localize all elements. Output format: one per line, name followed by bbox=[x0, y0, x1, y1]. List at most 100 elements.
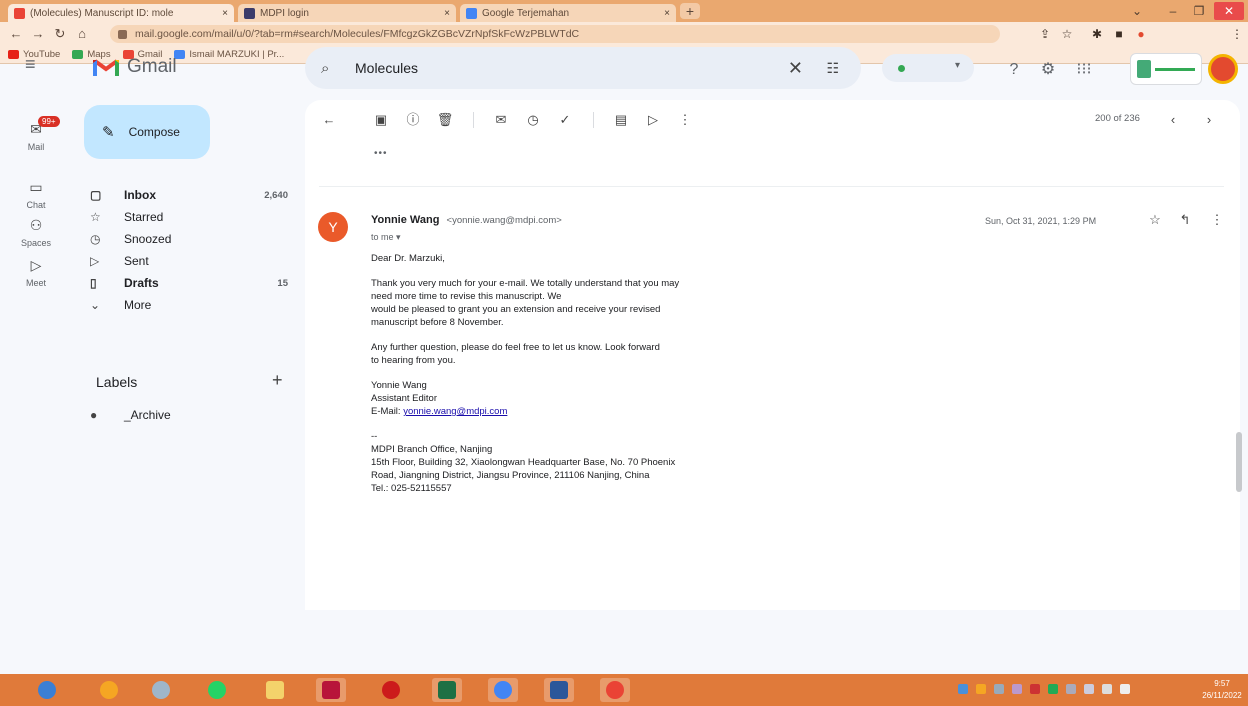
forward-icon[interactable]: → bbox=[28, 24, 48, 44]
tray-wifi-icon[interactable] bbox=[1012, 684, 1022, 694]
account-avatar[interactable] bbox=[1208, 54, 1238, 84]
more-actions-icon[interactable]: ⋮ bbox=[673, 108, 697, 132]
browser-tab-gmail[interactable]: (Molecules) Manuscript ID: mole × bbox=[8, 4, 234, 22]
toolbar-divider bbox=[593, 112, 594, 128]
youtube-icon bbox=[8, 50, 19, 59]
older-icon[interactable]: › bbox=[1197, 108, 1221, 132]
bookmark-scholar[interactable]: Ismail MARZUKI | Pr... bbox=[174, 49, 284, 60]
search-icon[interactable]: ⌕ bbox=[321, 60, 341, 77]
extensions-icon[interactable]: ✱ bbox=[1088, 25, 1106, 43]
clear-search-icon[interactable]: ✕ bbox=[788, 58, 803, 79]
scrollbar-thumb[interactable] bbox=[1236, 432, 1242, 492]
search-input[interactable] bbox=[355, 60, 755, 76]
share-icon[interactable]: ⇪ bbox=[1036, 25, 1054, 43]
tab-search-icon[interactable]: ⌄ bbox=[1124, 2, 1150, 20]
settings-gear-icon[interactable]: ⚙ bbox=[1036, 58, 1060, 82]
rail-chat[interactable]: ▭ Chat bbox=[0, 178, 72, 210]
reload-icon[interactable]: ↻ bbox=[50, 24, 70, 44]
mdpi-favicon-icon bbox=[244, 7, 255, 19]
show-trimmed-button[interactable]: ••• bbox=[374, 148, 388, 159]
tray-network-icon[interactable] bbox=[958, 684, 968, 694]
bookmark-star-icon[interactable]: ☆ bbox=[1058, 25, 1076, 43]
main-menu-icon[interactable]: ≡ bbox=[25, 54, 36, 75]
tray-app-icon[interactable] bbox=[976, 684, 986, 694]
tray-battery-icon[interactable] bbox=[1084, 684, 1094, 694]
nav-inbox[interactable]: ▢ Inbox 2,640 bbox=[84, 184, 294, 206]
message-body: Dear Dr. Marzuki, Thank you very much fo… bbox=[371, 252, 791, 495]
tray-volume-icon[interactable] bbox=[1066, 684, 1076, 694]
back-to-list-icon[interactable]: ← bbox=[317, 108, 341, 132]
taskbar-mendeley[interactable] bbox=[316, 678, 346, 702]
label-archive[interactable]: ● _Archive bbox=[84, 404, 294, 426]
archive-icon[interactable]: ▣ bbox=[369, 108, 393, 132]
taskbar-clock[interactable]: 9:57 26/11/2022 bbox=[1200, 678, 1244, 702]
nav-more[interactable]: ⌄ More bbox=[84, 294, 294, 316]
star-icon[interactable]: ☆ bbox=[1145, 212, 1165, 228]
nav-label: _Archive bbox=[124, 408, 171, 422]
nav-drafts[interactable]: ▯ Drafts 15 bbox=[84, 272, 294, 294]
recipient-toggle[interactable]: to me ▾ bbox=[371, 232, 401, 243]
body-line: Dear Dr. Marzuki, bbox=[371, 253, 445, 264]
tab-close-icon[interactable]: × bbox=[664, 8, 670, 19]
nav-sent[interactable]: ▷ Sent bbox=[84, 250, 294, 272]
nav-snoozed[interactable]: ◷ Snoozed bbox=[84, 228, 294, 250]
new-tab-button[interactable]: + bbox=[680, 3, 700, 19]
add-task-icon[interactable]: ✓ bbox=[553, 108, 577, 132]
nav-starred[interactable]: ☆ Starred bbox=[84, 206, 294, 228]
sender-name[interactable]: Yonnie Wang bbox=[371, 214, 439, 226]
back-icon[interactable]: ← bbox=[6, 24, 26, 44]
taskbar-firefox[interactable] bbox=[94, 678, 124, 702]
gmail-logo[interactable]: Gmail bbox=[93, 56, 177, 78]
address-bar[interactable]: mail.google.com/mail/u/0/?tab=rm#search/… bbox=[110, 25, 1000, 43]
taskbar-app[interactable] bbox=[146, 678, 176, 702]
signature-email-line: E-Mail: yonnie.wang@mdpi.com bbox=[371, 405, 791, 418]
taskbar-chrome-1[interactable] bbox=[488, 678, 518, 702]
apps-grid-icon[interactable]: ⁝⁝⁝ bbox=[1072, 58, 1096, 82]
tray-sync-icon[interactable] bbox=[1048, 684, 1058, 694]
browser-tab-translate[interactable]: Google Terjemahan × bbox=[460, 4, 676, 22]
rail-spaces[interactable]: ⚇ Spaces bbox=[0, 216, 72, 248]
taskbar-chrome-2[interactable] bbox=[600, 678, 630, 702]
translate-favicon-icon bbox=[466, 7, 477, 19]
move-to-icon[interactable]: ▤ bbox=[609, 108, 633, 132]
minimize-icon[interactable]: – bbox=[1160, 2, 1186, 20]
tray-antivirus-icon[interactable] bbox=[1030, 684, 1040, 694]
taskbar-whatsapp[interactable] bbox=[202, 678, 232, 702]
report-spam-icon[interactable]: ⓘ bbox=[401, 108, 425, 132]
add-label-icon[interactable]: + bbox=[272, 370, 283, 391]
taskbar-opera[interactable] bbox=[376, 678, 406, 702]
home-icon[interactable]: ⌂ bbox=[72, 24, 92, 44]
compose-label: Compose bbox=[128, 125, 180, 139]
profile-icon[interactable]: ● bbox=[1132, 25, 1150, 43]
tray-language-icon[interactable] bbox=[1120, 684, 1130, 694]
taskbar-excel[interactable] bbox=[432, 678, 462, 702]
taskbar-word[interactable] bbox=[544, 678, 574, 702]
signature-email-link[interactable]: yonnie.wang@mdpi.com bbox=[403, 406, 507, 417]
rail-meet[interactable]: ▷ Meet bbox=[0, 256, 72, 288]
reply-icon[interactable]: ↰ bbox=[1175, 212, 1195, 228]
nav-label: Inbox bbox=[124, 188, 156, 202]
mark-unread-icon[interactable]: ✉ bbox=[489, 108, 513, 132]
window-close-icon[interactable]: ✕ bbox=[1214, 2, 1244, 20]
snooze-icon[interactable]: ◷ bbox=[521, 108, 545, 132]
taskbar-explorer[interactable] bbox=[260, 678, 290, 702]
delete-icon[interactable]: 🗑 bbox=[433, 108, 457, 132]
newer-icon[interactable]: ‹ bbox=[1161, 108, 1185, 132]
restore-icon[interactable]: ❐ bbox=[1186, 2, 1212, 20]
organization-logo[interactable] bbox=[1130, 53, 1202, 85]
tab-close-icon[interactable]: × bbox=[222, 8, 228, 19]
tab-close-icon[interactable]: × bbox=[444, 8, 450, 19]
label-icon[interactable]: ▷ bbox=[641, 108, 665, 132]
status-selector[interactable]: ▾ bbox=[882, 54, 974, 82]
compose-button[interactable]: ✎ Compose bbox=[84, 105, 210, 159]
search-options-icon[interactable]: ☷ bbox=[826, 60, 839, 77]
tray-flag-icon[interactable] bbox=[1102, 684, 1112, 694]
browser-tab-mdpi[interactable]: MDPI login × bbox=[238, 4, 456, 22]
message-more-icon[interactable]: ⋮ bbox=[1207, 212, 1227, 228]
start-button[interactable] bbox=[32, 678, 62, 702]
tray-keyboard-icon[interactable] bbox=[994, 684, 1004, 694]
rail-mail[interactable]: ✉ 99+ Mail bbox=[0, 116, 72, 152]
browser-menu-icon[interactable]: ⋮ bbox=[1228, 25, 1246, 43]
help-icon[interactable]: ? bbox=[1002, 58, 1026, 82]
sidepanel-icon[interactable]: ■ bbox=[1110, 25, 1128, 43]
